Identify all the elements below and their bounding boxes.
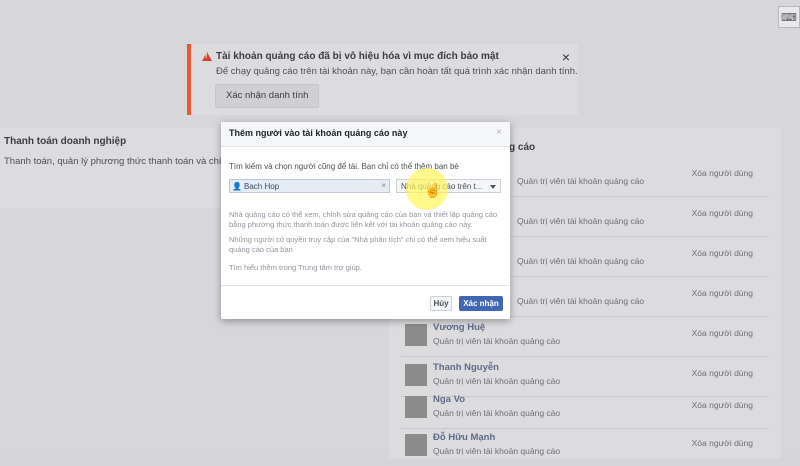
- role-description: Nhà quảng cáo có thể xem, chỉnh sửa quản…: [229, 210, 498, 229]
- user-role: Quản trị viên tài khoản quảng cáo: [517, 176, 645, 186]
- hand-cursor-icon: ☝: [424, 182, 442, 198]
- verify-identity-button[interactable]: Xác nhận danh tính: [215, 84, 320, 108]
- remove-user-link[interactable]: Xóa người dùng: [692, 208, 753, 218]
- alert-body: Để chạy quảng cáo trên tài khoản này, bạ…: [216, 66, 578, 77]
- user-icon: 👤: [232, 182, 242, 191]
- billing-title: Thanh toán doanh nghiệp: [4, 136, 127, 147]
- remove-user-link[interactable]: Xóa người dùng: [692, 328, 753, 338]
- cancel-button[interactable]: Hủy: [430, 296, 452, 311]
- close-icon[interactable]: ×: [562, 49, 570, 65]
- help-center-link[interactable]: Tìm hiểu thêm trong Trung tâm trợ giúp.: [229, 263, 499, 273]
- security-alert: Tài khoản quảng cáo đã bị vô hiệu hóa vì…: [187, 44, 578, 115]
- user-role: Quản trị viên tài khoản quảng cáo: [517, 296, 645, 306]
- user-role: Quản trị viên tài khoản quảng cáo: [517, 256, 645, 266]
- user-role: Quản trị viên tài khoản quảng cáo: [433, 446, 561, 456]
- user-name[interactable]: Nga Vo: [433, 394, 465, 405]
- person-search-input[interactable]: 👤 Bach Hop ×: [229, 179, 390, 193]
- user-name[interactable]: Vương Huệ: [433, 322, 485, 333]
- warning-icon: [202, 52, 212, 61]
- user-role: Quản trị viên tài khoản quảng cáo: [433, 408, 561, 418]
- remove-user-link[interactable]: Xóa người dùng: [692, 288, 753, 298]
- remove-user-link[interactable]: Xóa người dùng: [692, 368, 753, 378]
- clear-icon[interactable]: ×: [381, 181, 386, 190]
- user-name[interactable]: Đỗ Hữu Mạnh: [433, 432, 495, 443]
- close-icon[interactable]: ×: [496, 127, 502, 138]
- avatar: [405, 396, 427, 418]
- remove-user-link[interactable]: Xóa người dùng: [692, 248, 753, 258]
- dialog-footer: Hủy Xác nhận: [221, 285, 510, 320]
- selected-person-token: Bach Hop: [244, 182, 280, 191]
- remove-user-link[interactable]: Xóa người dùng: [692, 400, 753, 410]
- add-people-dialog: Thêm người vào tài khoản quảng cáo này ×…: [221, 122, 510, 319]
- list-item: Đỗ Hữu Mạnh Quản trị viên tài khoản quản…: [401, 426, 769, 466]
- user-role: Quản trị viên tài khoản quảng cáo: [517, 216, 645, 226]
- dialog-title: Thêm người vào tài khoản quảng cáo này: [229, 128, 408, 138]
- list-item: Vương Huệ Quản trị viên tài khoản quảng …: [401, 316, 769, 357]
- people-title: g cáo: [509, 142, 536, 153]
- dialog-header: Thêm người vào tài khoản quảng cáo này ×: [221, 122, 510, 147]
- user-role: Quản trị viên tài khoản quảng cáo: [433, 376, 561, 386]
- avatar: [405, 434, 427, 456]
- billing-card: Thanh toán doanh nghiệp Thanh toán, quản…: [0, 128, 233, 208]
- confirm-button[interactable]: Xác nhận: [459, 296, 503, 311]
- avatar: [405, 364, 427, 386]
- user-name[interactable]: Thanh Nguyễn: [433, 362, 499, 373]
- avatar: [405, 324, 427, 346]
- user-role: Quản trị viên tài khoản quảng cáo: [433, 336, 561, 346]
- top-right-control[interactable]: ⌨: [778, 6, 800, 28]
- list-item: Nga Vo Quản trị viên tài khoản quảng cáo…: [401, 388, 769, 429]
- analyst-description: Những người có quyền truy cập của "Nhà p…: [229, 235, 487, 254]
- alert-title: Tài khoản quảng cáo đã bị vô hiệu hóa vì…: [216, 51, 499, 62]
- billing-description: Thanh toán, quản lý phương thức thanh to…: [4, 156, 233, 167]
- remove-user-link[interactable]: Xóa người dùng: [692, 168, 753, 178]
- chevron-down-icon: [490, 185, 496, 189]
- remove-user-link[interactable]: Xóa người dùng: [692, 438, 753, 448]
